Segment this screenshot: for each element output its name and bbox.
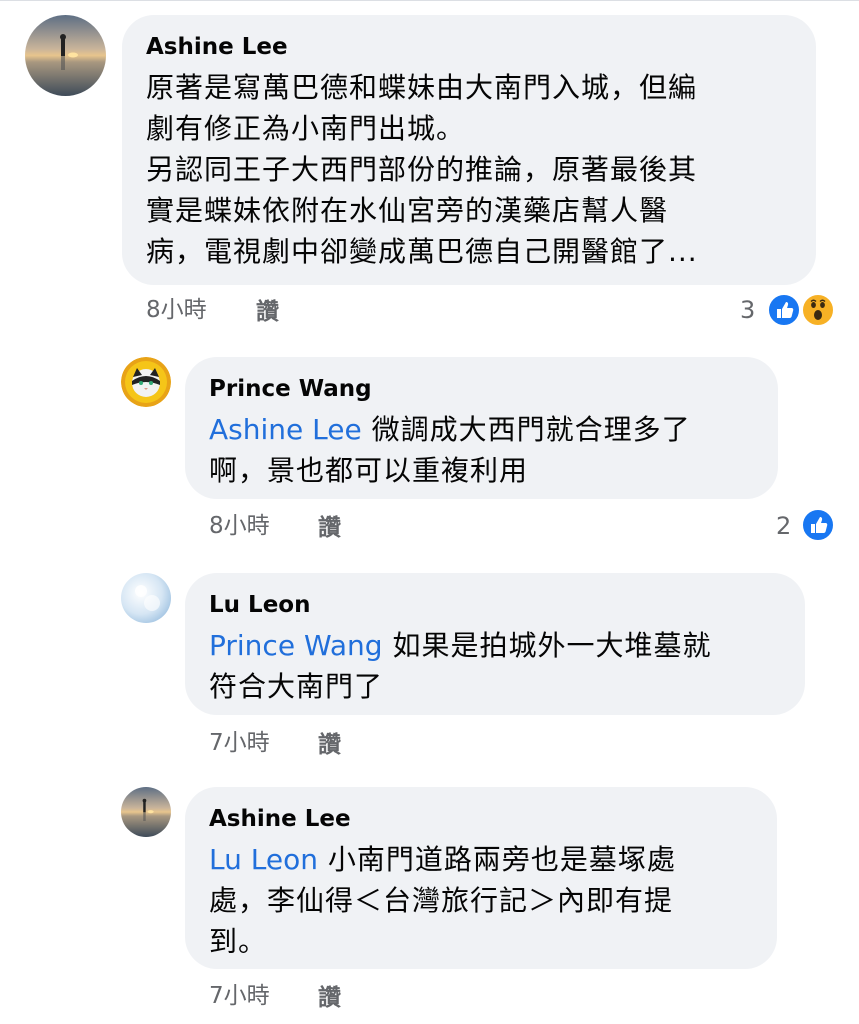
avatar-ashine-lee[interactable] [121,787,171,837]
avatar-ashine-lee[interactable] [25,15,106,96]
comment-text-line: 劇有修正為小南門出城。 [146,112,466,145]
sunset-photo-icon [25,15,106,96]
like-button[interactable]: 讚 [318,984,341,1012]
like-button[interactable]: 讚 [318,731,341,759]
comment-text-line: 另認同王子大西門部份的推論，原著最後其 [146,153,698,186]
comment-thread: Ashine Lee 原著是寫萬巴德和蝶妹由大南門入城，但編 劇有修正為小南門出… [0,0,859,1024]
avatar-prince-wang[interactable] [121,357,171,407]
comment-timestamp[interactable]: 8小時 [146,296,207,324]
reaction-count[interactable]: 3 [740,295,755,325]
mention-link[interactable]: Lu Leon [209,843,318,876]
comment-text-line: Lu Leon 小南門道路兩旁也是墓塚處 [209,839,769,880]
comment-text: Ashine Lee 微調成大西門就合理多了 啊，景也都可以重複利用 [209,409,769,491]
comment-text-fragment: 微調成大西門就合理多了 [371,413,691,446]
wow-icon[interactable] [801,293,835,327]
like-icon[interactable] [767,293,801,327]
comment-text: Lu Leon 小南門道路兩旁也是墓塚處 處，李仙得＜台灣旅行記＞內即有提 到。 [209,839,769,962]
comment-timestamp[interactable]: 7小時 [209,982,270,1010]
like-button[interactable]: 讚 [256,298,279,326]
comment-author[interactable]: Prince Wang [209,375,372,403]
mention-link[interactable]: Ashine Lee [209,413,362,446]
blue-sky-icon [121,573,171,623]
comment-timestamp[interactable]: 7小時 [209,729,270,757]
sunset-photo-icon [121,787,171,837]
cat-sunflower-icon [121,357,171,407]
comment-text-line: 啊，景也都可以重複利用 [209,454,529,487]
comment-author[interactable]: Ashine Lee [209,805,351,833]
avatar-lu-leon[interactable] [121,573,171,623]
comment-text: Prince Wang 如果是拍城外一大堆墓就 符合大南門了 [209,625,799,707]
comment-text-line: 處，李仙得＜台灣旅行記＞內即有提 [209,884,674,917]
comment-text-line: 實是蝶妹依附在水仙宮旁的漢藥店幫人醫 [146,194,669,227]
comment-text-line: 病，電視劇中卻變成萬巴德自己開醫館了... [146,235,698,268]
comment-text: 原著是寫萬巴德和蝶妹由大南門入城，但編 劇有修正為小南門出城。 另認同王子大西門… [146,67,806,272]
comment-text-line: Ashine Lee 微調成大西門就合理多了 [209,409,769,450]
comment-timestamp[interactable]: 8小時 [209,512,270,540]
divider [0,0,859,1]
like-icon[interactable] [801,508,835,542]
comment-text-fragment: 小南門道路兩旁也是墓塚處 [327,843,676,876]
comment-author[interactable]: Ashine Lee [146,33,288,61]
mention-link[interactable]: Prince Wang [209,629,383,662]
comment-text-fragment: 如果是拍城外一大堆墓就 [392,629,712,662]
comment-text-line: Prince Wang 如果是拍城外一大堆墓就 [209,625,799,666]
reaction-count[interactable]: 2 [776,511,791,541]
comment-author[interactable]: Lu Leon [209,591,310,619]
comment-text-line: 到。 [209,925,268,958]
like-button[interactable]: 讚 [318,514,341,542]
comment-text-line: 符合大南門了 [209,670,384,703]
comment-text-line: 原著是寫萬巴德和蝶妹由大南門入城，但編 [146,71,698,104]
